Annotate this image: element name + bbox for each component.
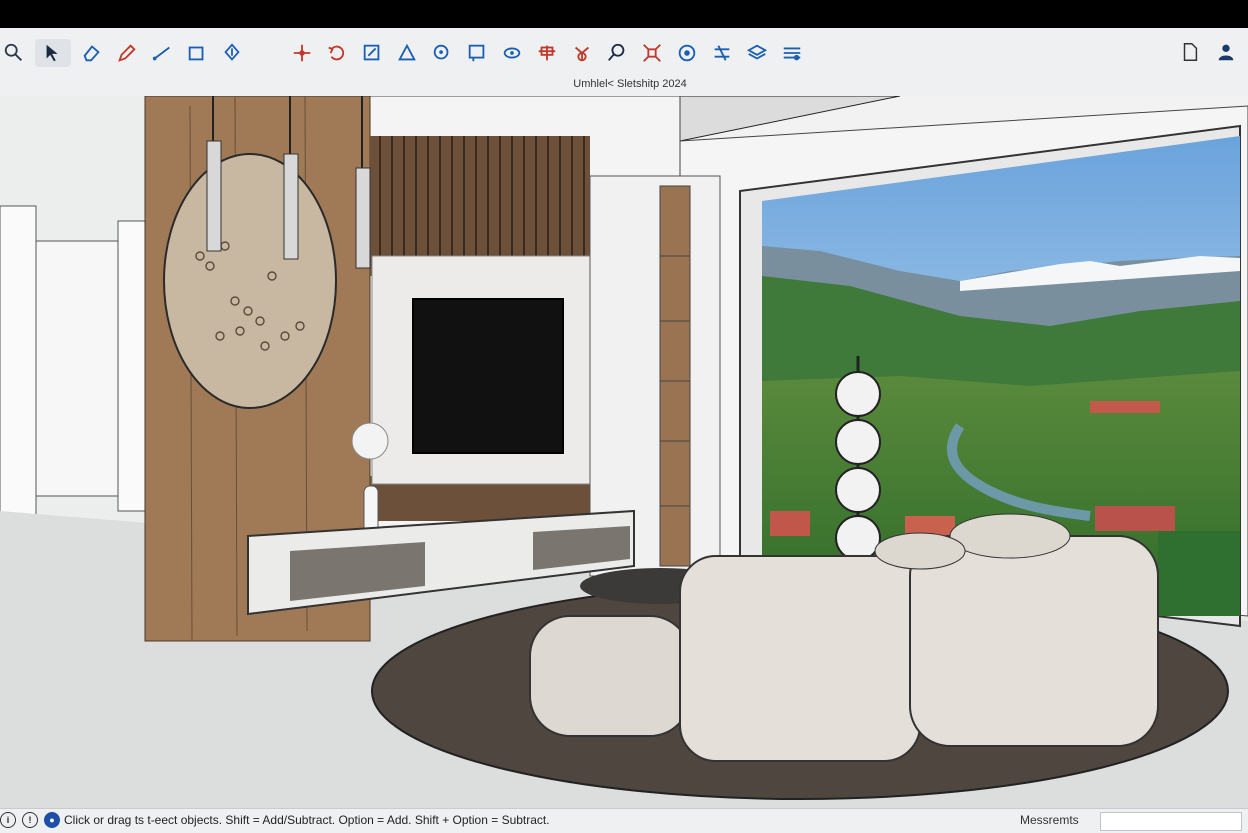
- push-pull-tool-button[interactable]: [218, 39, 246, 67]
- follow-me-tool-button[interactable]: [568, 39, 596, 67]
- pencil-tool-button[interactable]: [113, 39, 141, 67]
- house-3: [1095, 506, 1175, 531]
- layers-tool-button[interactable]: [743, 39, 771, 67]
- rectangle-icon: [188, 46, 204, 61]
- search-icon: [4, 43, 22, 61]
- offset-icon: [256, 42, 278, 64]
- zoom-tool-button[interactable]: [603, 39, 631, 67]
- position-camera-tool-button[interactable]: [673, 39, 701, 67]
- pencil-icon: [118, 44, 136, 62]
- geo-icon[interactable]: !: [22, 812, 38, 828]
- section-plane-tool-button[interactable]: [533, 39, 561, 67]
- account-icon[interactable]: ●: [44, 812, 60, 828]
- search-tool-button[interactable]: [0, 39, 28, 67]
- left-panel: [0, 205, 37, 522]
- house-1: [770, 511, 810, 536]
- top-black-bar: [0, 0, 1248, 28]
- shelf-niche: [659, 185, 691, 567]
- eraser-tool-button[interactable]: [78, 39, 106, 67]
- zoom-icon: [608, 43, 625, 61]
- styles-icon: [783, 47, 801, 61]
- toolbar: Umhlel< Sletshitp 2024: [0, 28, 1248, 97]
- measurements-field[interactable]: [1100, 812, 1242, 831]
- styles-tool-button[interactable]: [778, 39, 806, 67]
- rotate-icon: [328, 45, 345, 61]
- select-tool-button[interactable]: [35, 39, 71, 67]
- left-doorway: [35, 240, 119, 497]
- trees-right: [1158, 531, 1240, 616]
- village: [1090, 401, 1160, 413]
- document-icon: [1183, 43, 1198, 61]
- zoom-extents-tool-button[interactable]: [638, 39, 666, 67]
- offset-tool-button[interactable]: [253, 39, 281, 67]
- text-icon: [468, 44, 485, 62]
- scale-tool-button[interactable]: [358, 39, 386, 67]
- user-button[interactable]: [1212, 38, 1240, 66]
- tool-group: [0, 38, 813, 68]
- select-icon: [46, 44, 58, 62]
- move-icon: [293, 44, 311, 62]
- move-tool-button[interactable]: [288, 39, 316, 67]
- status-hint: Click or drag ts t-eect objects. Shift =…: [64, 813, 550, 827]
- document-button[interactable]: [1176, 38, 1204, 66]
- status-icons: i ! ●: [0, 812, 66, 828]
- line-icon: [152, 46, 170, 61]
- line-tool-button[interactable]: [148, 39, 176, 67]
- zoom-extents-icon: [643, 44, 661, 62]
- round-wall-art: [163, 153, 337, 409]
- tape-measure-icon: [398, 43, 416, 61]
- scale-icon: [363, 44, 380, 61]
- eraser-icon: [83, 45, 100, 62]
- section-plane-icon: [538, 45, 556, 61]
- model-viewport[interactable]: [0, 96, 1248, 808]
- rotate-tool-button[interactable]: [323, 39, 351, 67]
- text-tool-button[interactable]: [463, 39, 491, 67]
- follow-me-icon: [574, 46, 590, 62]
- info-icon[interactable]: i: [0, 812, 16, 828]
- status-bar: i ! ● Click or drag ts t-eect objects. S…: [0, 808, 1248, 833]
- position-camera-icon: [678, 44, 696, 62]
- measurements-label: Messremts: [1020, 813, 1079, 827]
- paint-bucket-tool-button[interactable]: [428, 39, 456, 67]
- rectangle-tool-button[interactable]: [183, 39, 211, 67]
- walk-tool-button[interactable]: [708, 39, 736, 67]
- layers-icon: [746, 44, 768, 60]
- orbit-icon: [503, 47, 521, 59]
- television: [412, 298, 564, 454]
- right-tool-group: [1176, 38, 1248, 66]
- window-title: Umhlel< Sletshitp 2024: [573, 78, 687, 90]
- left-column: [117, 220, 149, 512]
- user-icon: [1218, 44, 1234, 61]
- paint-bucket-icon: [433, 44, 449, 60]
- scene-drawing: [0, 96, 1248, 808]
- orbit-tool-button[interactable]: [498, 39, 526, 67]
- tape-measure-tool-button[interactable]: [393, 39, 421, 67]
- push-pull-icon: [224, 43, 240, 61]
- flowers: [351, 422, 389, 460]
- walk-icon: [714, 45, 730, 61]
